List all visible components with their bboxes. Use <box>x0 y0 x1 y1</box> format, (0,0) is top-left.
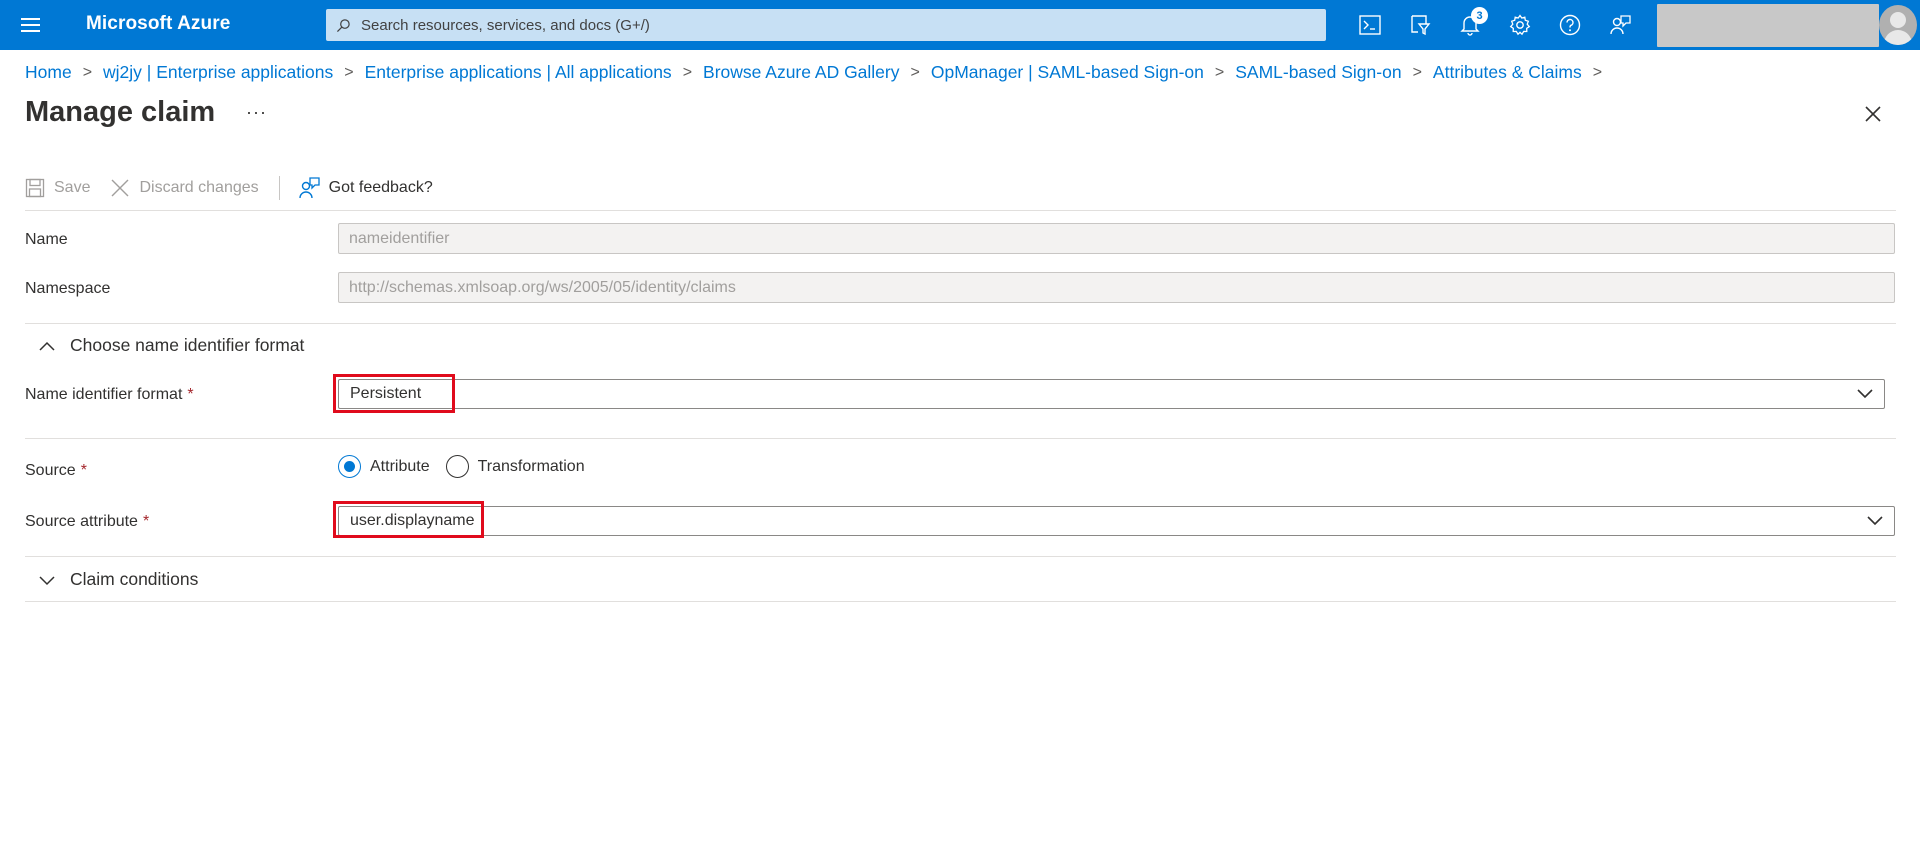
save-label: Save <box>54 179 91 196</box>
chevron-up-icon <box>39 341 55 351</box>
breadcrumb-saml-sign-on[interactable]: SAML-based Sign-on <box>1235 62 1401 83</box>
source-attribute-dropdown[interactable]: user.displayname <box>338 506 1895 536</box>
source-radio-group: Attribute Transformation <box>338 455 601 478</box>
discard-icon <box>111 179 129 197</box>
radio-selected-icon <box>338 455 361 478</box>
chevron-down-icon <box>39 575 55 585</box>
required-marker: * <box>142 513 150 530</box>
required-marker: * <box>187 386 194 403</box>
divider <box>25 323 1896 324</box>
source-label: Source * <box>25 462 87 479</box>
source-attribute-value: user.displayname <box>350 512 475 529</box>
breadcrumb-enterprise-applications[interactable]: wj2jy | Enterprise applications <box>103 62 333 83</box>
menu-icon[interactable] <box>18 13 44 37</box>
source-transformation-radio[interactable]: Transformation <box>445 455 585 478</box>
close-icon[interactable] <box>1863 104 1887 128</box>
chevron-right-icon: > <box>82 63 93 81</box>
name-label: Name <box>25 231 68 248</box>
command-bar: Save Discard changes Got feedback? <box>25 173 433 203</box>
avatar[interactable] <box>1879 5 1917 45</box>
discard-changes-button[interactable]: Discard changes <box>110 178 259 198</box>
discard-label: Discard changes <box>139 179 259 196</box>
azure-top-bar: Microsoft Azure Search resources, servic… <box>0 0 1920 50</box>
chevron-right-icon: > <box>1214 63 1225 81</box>
source-attribute-label: Attribute <box>370 457 430 475</box>
name-id-format-section-label: Choose name identifier format <box>70 335 305 355</box>
save-icon <box>25 178 45 198</box>
account-info-redacted[interactable] <box>1657 4 1879 47</box>
claim-conditions-toggle[interactable]: Claim conditions <box>38 569 198 590</box>
settings-icon[interactable] <box>1505 10 1535 40</box>
feedback-button[interactable]: Got feedback? <box>298 177 433 199</box>
source-attribute-field-label: Source attribute * <box>25 513 150 530</box>
command-divider <box>278 176 280 200</box>
name-field: nameidentifier <box>338 223 1895 254</box>
search-icon <box>336 18 350 32</box>
breadcrumb: Home > wj2jy | Enterprise applications >… <box>25 62 1613 83</box>
chevron-right-icon: > <box>1592 63 1603 81</box>
radio-unselected-icon <box>445 455 469 478</box>
divider <box>25 556 1896 557</box>
breadcrumb-home[interactable]: Home <box>25 62 72 83</box>
notification-count-badge: 3 <box>1471 7 1488 24</box>
required-marker: * <box>80 462 87 479</box>
divider <box>25 210 1896 211</box>
name-id-format-section-toggle[interactable]: Choose name identifier format <box>38 335 304 356</box>
brand-title[interactable]: Microsoft Azure <box>86 13 230 35</box>
chevron-right-icon: > <box>910 63 920 81</box>
cloud-shell-icon[interactable] <box>1355 10 1385 40</box>
chevron-down-icon <box>1857 389 1873 399</box>
chevron-right-icon: > <box>682 63 693 81</box>
name-id-format-label: Name identifier format * <box>25 386 194 403</box>
search-placeholder: Search resources, services, and docs (G+… <box>361 16 650 34</box>
divider <box>25 601 1896 602</box>
source-transformation-label: Transformation <box>477 457 585 475</box>
feedback-label: Got feedback? <box>328 179 433 196</box>
chevron-down-icon <box>1867 516 1883 526</box>
breadcrumb-opmanager-saml[interactable]: OpManager | SAML-based Sign-on <box>931 62 1204 83</box>
page-title: Manage claim <box>25 96 216 128</box>
divider <box>25 438 1896 439</box>
feedback-person-icon <box>298 177 320 199</box>
name-id-format-dropdown[interactable]: Persistent <box>338 379 1885 409</box>
source-attribute-radio[interactable]: Attribute <box>338 455 430 478</box>
namespace-field: http://schemas.xmlsoap.org/ws/2005/05/id… <box>338 272 1895 303</box>
claim-conditions-label: Claim conditions <box>70 569 199 589</box>
directory-filter-icon[interactable] <box>1405 10 1435 40</box>
save-button[interactable]: Save <box>25 178 90 198</box>
feedback-icon[interactable] <box>1605 10 1635 40</box>
help-icon[interactable] <box>1555 10 1585 40</box>
chevron-right-icon: > <box>1412 63 1422 81</box>
breadcrumb-browse-gallery[interactable]: Browse Azure AD Gallery <box>703 62 899 83</box>
chevron-right-icon: > <box>344 63 354 81</box>
breadcrumb-attributes-claims[interactable]: Attributes & Claims <box>1433 62 1582 83</box>
global-search-input[interactable]: Search resources, services, and docs (G+… <box>326 9 1326 41</box>
more-options-icon[interactable]: ··· <box>246 102 267 123</box>
notifications-icon[interactable]: 3 <box>1455 7 1488 40</box>
name-id-format-value: Persistent <box>350 385 422 402</box>
breadcrumb-all-applications[interactable]: Enterprise applications | All applicatio… <box>365 62 672 83</box>
namespace-label: Namespace <box>25 280 111 297</box>
